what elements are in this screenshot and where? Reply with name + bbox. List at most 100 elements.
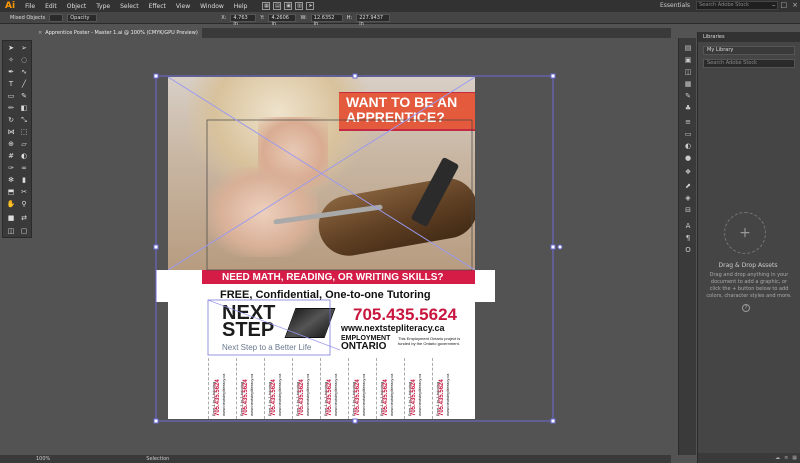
fill-stroke-icon[interactable]: ■: [6, 213, 16, 223]
artboard-poster[interactable]: WANT TO BE AN APPRENTICE? NEED MATH, REA…: [168, 77, 475, 419]
tear-tab[interactable]: Free 1-to-1 tutoring 705.435.5624 www.next…: [404, 358, 431, 419]
arrange-documents-icon[interactable]: ▦: [262, 2, 271, 10]
direct-selection-tool-icon[interactable]: ➢: [19, 43, 29, 53]
transform-x-field[interactable]: 4.763 in: [230, 13, 257, 27]
menu-select[interactable]: Select: [115, 3, 144, 10]
menu-file[interactable]: File: [20, 3, 40, 10]
line-tool-icon[interactable]: ╱: [19, 79, 29, 89]
opentype-icon[interactable]: O: [684, 246, 692, 254]
maximize-icon[interactable]: □: [781, 1, 788, 9]
stroke-icon[interactable]: ≡: [684, 118, 692, 126]
view-grid-icon[interactable]: ▦: [792, 455, 797, 461]
help-icon[interactable]: ?: [742, 304, 750, 312]
menu-effect[interactable]: Effect: [144, 3, 171, 10]
rotate-tool-icon[interactable]: ↻: [6, 115, 16, 125]
symbol-sprayer-icon[interactable]: ✻: [6, 175, 16, 185]
document-tab[interactable]: × Apprentice Poster - Master 1.ai @ 100% …: [34, 28, 202, 38]
blend-tool-icon[interactable]: ∞: [19, 163, 29, 173]
menu-help[interactable]: Help: [229, 3, 253, 10]
transform-w-field[interactable]: 12.6352 in: [310, 13, 343, 27]
send-icon[interactable]: ➤: [306, 2, 315, 10]
eraser-tool-icon[interactable]: ◧: [19, 103, 29, 113]
character-icon[interactable]: A: [684, 222, 692, 230]
current-tool[interactable]: Selection: [146, 456, 169, 462]
properties-icon[interactable]: ▤: [684, 44, 692, 52]
layout-icon[interactable]: ▥: [295, 2, 304, 10]
cloud-icon[interactable]: ☁: [775, 455, 780, 461]
links-icon[interactable]: ⊟: [684, 206, 692, 214]
selection-tool-icon[interactable]: ➤: [6, 43, 16, 53]
libraries-icon[interactable]: ▣: [684, 56, 692, 64]
tear-tab[interactable]: Free 1-to-1 tutoring 705.435.5624 www.next…: [292, 358, 319, 419]
layers-icon[interactable]: ◫: [684, 68, 692, 76]
minimize-icon[interactable]: –: [772, 1, 776, 9]
library-select[interactable]: My Library: [703, 46, 795, 55]
tear-tab[interactable]: Free 1-to-1 tutoring 705.435.5624 www.next…: [320, 358, 347, 419]
slice-tool-icon[interactable]: ✂: [19, 187, 29, 197]
artboard-tool-icon[interactable]: ⬒: [6, 187, 16, 197]
stock-search-input[interactable]: Search Adobe Stock: [696, 1, 778, 10]
gradient-tool-icon[interactable]: ◐: [19, 151, 29, 161]
tear-tab[interactable]: Free 1-to-1 tutoring 705.435.5624 www.next…: [208, 358, 235, 419]
zoom-level[interactable]: 100%: [36, 456, 50, 462]
graphic-styles-icon[interactable]: ❖: [684, 168, 692, 176]
pasteboard-strip-right: [475, 270, 495, 302]
swap-colors-icon[interactable]: ⇄: [19, 213, 29, 223]
menu-object[interactable]: Object: [62, 3, 92, 10]
rectangle-tool-icon[interactable]: ▭: [6, 91, 16, 101]
opacity-field[interactable]: Opacity: [67, 13, 98, 22]
pencil-tool-icon[interactable]: ✏: [6, 103, 16, 113]
pen-tool-icon[interactable]: ✒: [6, 67, 16, 77]
export-icon[interactable]: ⬈: [684, 182, 692, 190]
tear-tab[interactable]: Free 1-to-1 tutoring 705.435.5624 www.next…: [348, 358, 375, 419]
type-tool-icon[interactable]: T: [6, 79, 16, 89]
drop-assets-description: Drag and drop anything in your document …: [706, 272, 792, 299]
gradient-icon[interactable]: ▭: [684, 130, 692, 138]
shape-builder-icon[interactable]: ⊕: [6, 139, 16, 149]
close-tab-icon[interactable]: ×: [38, 30, 42, 36]
transform-y-label: Y:: [260, 14, 265, 21]
menu-type[interactable]: Type: [91, 3, 115, 10]
menu-view[interactable]: View: [171, 3, 195, 10]
view-list-icon[interactable]: ≡: [784, 455, 788, 461]
paragraph-icon[interactable]: ¶: [684, 234, 692, 242]
draw-mode-icon[interactable]: ◫: [6, 226, 16, 236]
graph-tool-icon[interactable]: ▮: [19, 175, 29, 185]
workspace-switcher[interactable]: Essentials: [660, 2, 690, 9]
tear-tab[interactable]: Free 1-to-1 tutoring 705.435.5624 www.next…: [376, 358, 403, 419]
transparency-icon[interactable]: ◐: [684, 142, 692, 150]
free-transform-icon[interactable]: ⬚: [19, 127, 29, 137]
magic-wand-icon[interactable]: ✧: [6, 55, 16, 65]
close-icon[interactable]: ×: [792, 1, 798, 9]
tear-tab[interactable]: Free 1-to-1 tutoring 705.435.5624 www.next…: [264, 358, 291, 419]
scale-tool-icon[interactable]: ⤡: [19, 115, 29, 125]
stock-icon[interactable]: ▣: [284, 2, 293, 10]
stroke-swatch[interactable]: [49, 13, 64, 22]
control-bar: Mixed Objects Opacity X: 4.763 in Y: 4.2…: [0, 12, 800, 27]
curvature-tool-icon[interactable]: ∿: [19, 67, 29, 77]
paintbrush-tool-icon[interactable]: ✎: [19, 91, 29, 101]
hand-tool-icon[interactable]: ✋: [6, 199, 16, 209]
artboards-icon[interactable]: ◈: [684, 194, 692, 202]
bridge-icon[interactable]: ▤: [273, 2, 282, 10]
screen-mode-icon[interactable]: ▢: [19, 226, 29, 236]
menu-window[interactable]: Window: [195, 3, 229, 10]
libraries-panel-tab[interactable]: Libraries: [698, 32, 800, 42]
brushes-icon[interactable]: ✎: [684, 92, 692, 100]
mesh-tool-icon[interactable]: #: [6, 151, 16, 161]
width-tool-icon[interactable]: ⋈: [6, 127, 16, 137]
menu-edit[interactable]: Edit: [40, 3, 62, 10]
lasso-tool-icon[interactable]: ◌: [19, 55, 29, 65]
transform-h-field[interactable]: 227.9437 in: [356, 13, 391, 27]
symbols-icon[interactable]: ♣: [684, 104, 692, 112]
perspective-grid-icon[interactable]: ▱: [19, 139, 29, 149]
transform-y-field[interactable]: 4.2606 in: [268, 13, 297, 27]
zoom-tool-icon[interactable]: ⚲: [19, 199, 29, 209]
eyedropper-tool-icon[interactable]: ✑: [6, 163, 16, 173]
add-asset-plus-icon[interactable]: +: [724, 212, 766, 254]
tear-tab[interactable]: Free 1-to-1 tutoring 705.435.5624 www.next…: [236, 358, 263, 419]
library-search-input[interactable]: Search Adobe Stock: [703, 59, 795, 68]
tear-tab[interactable]: Free 1-to-1 tutoring 705.435.5624 www.next…: [432, 358, 459, 419]
appearance-icon[interactable]: ●: [684, 154, 692, 162]
swatches-icon[interactable]: ▦: [684, 80, 692, 88]
